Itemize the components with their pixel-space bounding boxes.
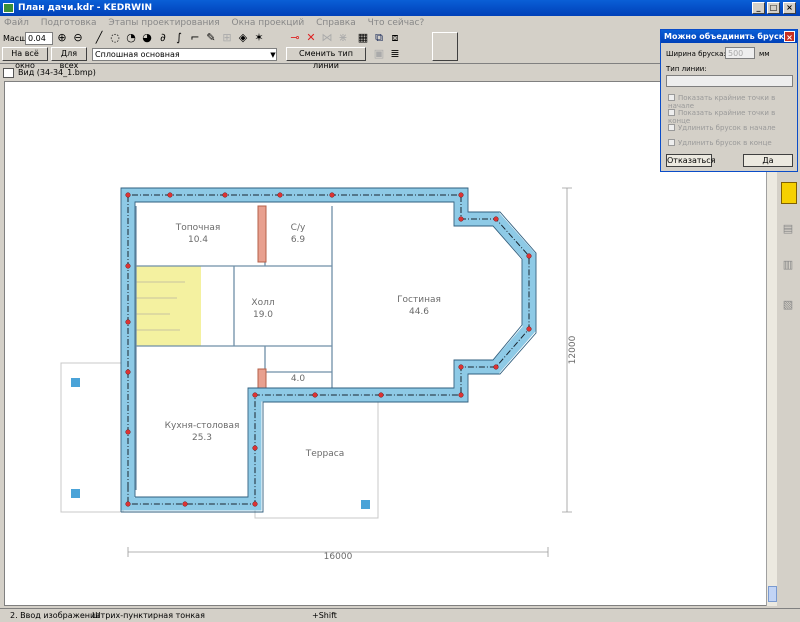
line-tool-icon[interactable]: ╱ [92,31,106,45]
arc2-tool-icon[interactable]: ◕ [140,31,154,45]
width-input[interactable]: 500 [725,47,755,59]
status-mode: 2. Ввод изображения [10,611,100,620]
polyline-tool-icon[interactable]: ⌐ [188,31,202,45]
disabled-merge-icon: ▣ [373,47,385,60]
sun-icon[interactable] [781,182,797,204]
circle-tool-icon[interactable]: ◌ [108,31,122,45]
app-icon [3,3,14,13]
line-style-select[interactable]: Сплошная основная [92,48,277,61]
large-tool-button[interactable] [432,32,458,61]
room-label: Топочная [175,223,221,233]
room-area: 44.6 [409,307,429,317]
scroll-thumb[interactable] [768,586,777,602]
status-line-type: Штрих-пунктирная тонкая [92,611,205,620]
fit-window-button[interactable]: На всё окно [2,47,48,70]
dimension-vertical: 12000 [568,335,578,364]
menu-whats-now[interactable]: Что сейчас? [368,18,425,28]
room-area: 19.0 [253,310,273,320]
curve-tool-icon[interactable]: ∂ [156,31,170,45]
room-area: 25.3 [192,433,212,443]
disabled-line-icon: ⋈ [321,31,333,44]
width-unit: мм [759,50,770,58]
room-label: Терраса [305,449,344,459]
dialog-title: Можно объединить бруски [664,32,790,41]
ok-button[interactable]: Да [743,154,793,167]
dimension-horizontal: 16000 [324,552,353,562]
column-mark [71,378,80,387]
checkbox-extend-start[interactable]: Удлинить брусок в начале [668,124,776,132]
spline-tool-icon[interactable]: ∫ [172,31,186,45]
checkbox-start-points[interactable]: Показать крайние точки в начале [668,94,797,110]
maximize-button[interactable]: □ [767,2,780,14]
window-title: План дачи.kdr - KEDRWIN [18,3,152,13]
split-icon[interactable]: ⧈ [388,31,402,45]
line-type-label: Тип линии: [666,65,707,73]
change-line-button[interactable]: Сменить тип линии [286,47,366,70]
dialog-title-bar: Можно объединить бруски × [661,30,797,43]
join-line-icon[interactable]: ⊸ [288,31,302,45]
menu-file[interactable]: Файл [4,18,29,28]
chevron-down-icon[interactable]: ▼ [266,48,280,62]
close-button[interactable]: × [783,2,796,14]
document-icon [3,68,14,78]
room-label: Кухня-столовая [165,421,240,431]
dialog-close-icon[interactable]: × [784,31,795,42]
fit-all-button[interactable]: Для всех [51,47,87,70]
checkbox-end-points[interactable]: Показать крайние точки в конце [668,109,797,125]
menu-projections[interactable]: Окна проекций [232,18,305,28]
menu-help[interactable]: Справка [316,18,356,28]
minimize-button[interactable]: _ [752,2,765,14]
title-bar: План дачи.kdr - KEDRWIN _ □ × [0,0,800,16]
scale-input[interactable]: 0.04 [25,32,53,45]
width-label: Ширина бруска: [666,50,726,58]
room-label: Холл [251,298,274,308]
menu-stages[interactable]: Этапы проектирования [108,18,219,28]
right-tool-panel: ▤ ▥ ▧ [778,170,800,610]
checkbox-extend-end[interactable]: Удлинить брусок в конце [668,139,772,147]
disabled-line2-icon: ⋇ [338,31,348,44]
stairs [136,266,201,346]
chimney [257,205,267,263]
layer-icon[interactable]: ▦ [356,31,370,45]
room-area: 10.4 [188,235,208,245]
room-area: 4.0 [291,374,306,384]
layers-icon[interactable]: ▥ [781,258,795,272]
room-label: С/у [291,223,306,233]
document-title: Вид (34-34_1.bmp) [18,68,96,77]
column-mark [71,489,80,498]
menu-prepare[interactable]: Подготовка [41,18,97,28]
merge-bars-dialog: Можно объединить бруски × Ширина бруска:… [660,29,798,172]
column-mark [361,500,370,509]
menu-bar: Файл Подготовка Этапы проектирования Окн… [0,16,660,30]
grid-icon[interactable]: ▤ [781,222,795,236]
status-key: +Shift [312,611,337,620]
zoom-in-icon[interactable]: ⊕ [55,31,69,45]
zoom-out-icon[interactable]: ⊖ [71,31,85,45]
bars-icon[interactable]: ≣ [388,47,402,61]
document-tab: Вид (34-34_1.bmp) [0,66,660,80]
status-bar: 2. Ввод изображения Штрих-пунктирная тон… [0,608,800,621]
edit-tool-icon[interactable]: ✎ [204,31,218,45]
cut-line-icon[interactable]: ✕ [304,31,318,45]
room-label: Гостиная [397,295,441,305]
room-area: 6.9 [291,235,306,245]
cross-tool-icon[interactable]: ✶ [252,31,266,45]
left-porch [60,362,124,513]
snap-tool-icon[interactable]: ◈ [236,31,250,45]
cancel-button[interactable]: Отказаться [666,154,715,167]
merge-icon[interactable]: ⧉ [372,31,386,45]
disabled-tool-icon: ⊞ [222,31,232,44]
line-type-select[interactable] [666,75,793,87]
arc-tool-icon[interactable]: ◔ [124,31,138,45]
toolbar: Масштаб 0.04 ⊕ ⊖ На всё окно Для всех ╱ … [0,30,660,70]
wall-node-points [125,192,532,507]
stack-icon[interactable]: ▧ [781,298,795,312]
